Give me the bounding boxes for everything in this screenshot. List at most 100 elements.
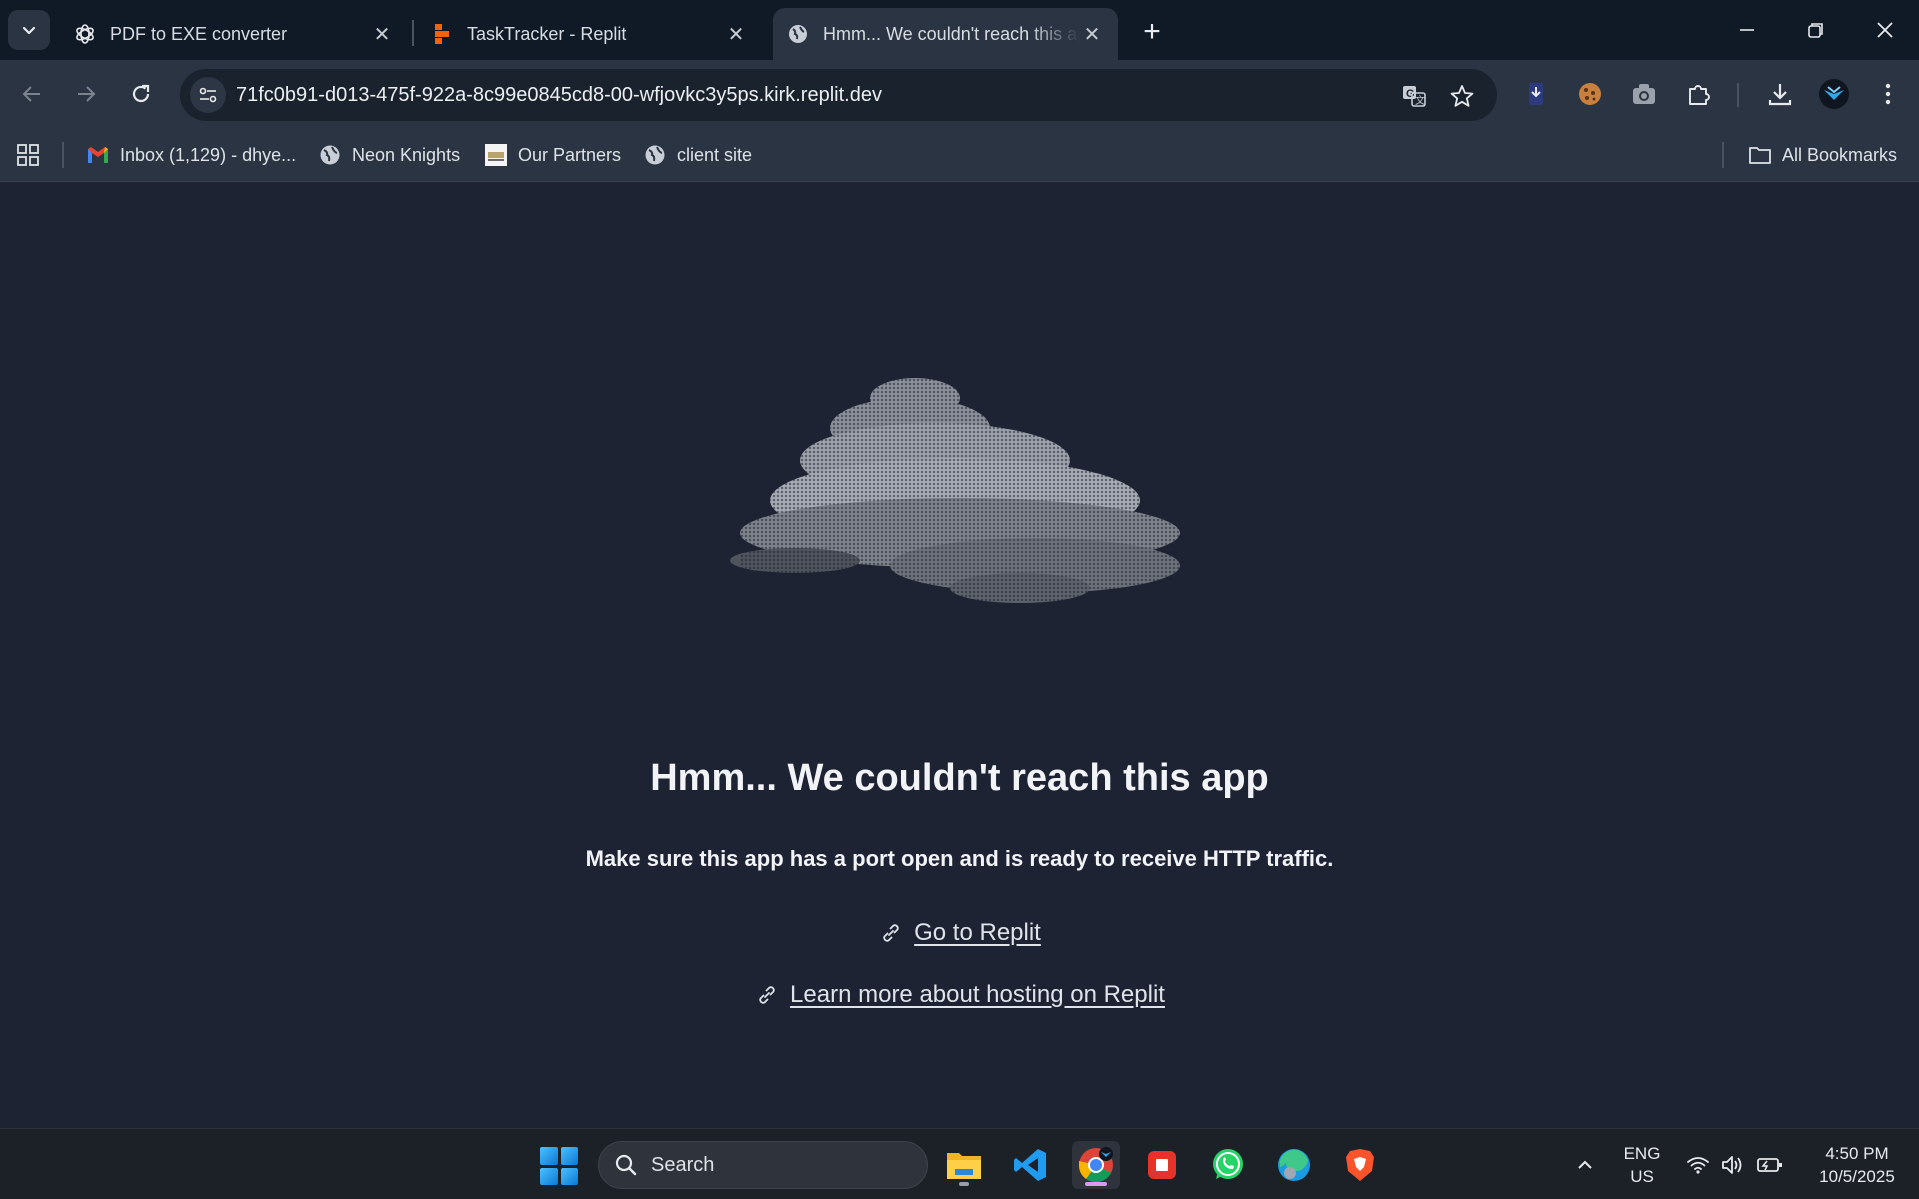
tab-search-button[interactable]: [8, 10, 50, 50]
back-button[interactable]: [12, 74, 52, 114]
reload-button[interactable]: [121, 74, 161, 114]
chevron-down-icon: [22, 26, 36, 35]
cookie-icon: [1579, 83, 1601, 105]
replit-icon: [431, 23, 453, 45]
url-text: 71fc0b91-d013-475f-922a-8c99e0845cd8-00-…: [236, 84, 882, 106]
download-icon: [1768, 84, 1792, 106]
battery-icon[interactable]: [1752, 1129, 1788, 1199]
screenshot-extension-button[interactable]: [1626, 76, 1662, 112]
globe-icon: [643, 143, 667, 167]
address-bar[interactable]: 71fc0b91-d013-475f-922a-8c99e0845cd8-00-…: [180, 69, 1497, 121]
tab-title: Hmm... We couldn't reach this app: [823, 23, 1080, 44]
extension-button[interactable]: [1518, 76, 1554, 112]
close-icon[interactable]: ✕: [370, 22, 394, 46]
new-tab-button[interactable]: +: [1134, 14, 1170, 50]
go-to-replit-row: Go to Replit: [0, 919, 1919, 947]
start-button[interactable]: [540, 1147, 578, 1185]
bookmark-gmail[interactable]: Inbox (1,129) - dhye...: [86, 140, 296, 170]
tab-title: TaskTracker - Replit: [467, 23, 627, 44]
restore-button[interactable]: [1782, 0, 1850, 60]
file-explorer-icon[interactable]: [940, 1141, 988, 1189]
bookmark-client-site[interactable]: client site: [643, 140, 752, 170]
bookmark-star-button[interactable]: [1448, 82, 1476, 110]
translate-button[interactable]: G文: [1400, 82, 1428, 110]
bookmark-label: Inbox (1,129) - dhye...: [120, 144, 297, 165]
volume-icon[interactable]: [1716, 1129, 1748, 1199]
language-line1: ENG: [1623, 1144, 1661, 1163]
minimize-button[interactable]: [1713, 0, 1781, 60]
minimize-icon: [1740, 29, 1754, 31]
camera-icon: [1633, 84, 1655, 104]
bookmark-our-partners[interactable]: Our Partners: [484, 140, 621, 170]
tab-strip: PDF to EXE converter ✕ TaskTracker - Rep…: [0, 0, 1919, 60]
brave-icon[interactable]: [1336, 1141, 1384, 1189]
all-bookmarks-button[interactable]: All Bookmarks: [1748, 140, 1897, 170]
edge-icon[interactable]: [1270, 1141, 1318, 1189]
tab-pdf-to-exe[interactable]: PDF to EXE converter ✕: [60, 8, 408, 60]
avatar-icon: [1819, 79, 1849, 109]
red-app-icon[interactable]: [1138, 1141, 1186, 1189]
browser-toolbar: 71fc0b91-d013-475f-922a-8c99e0845cd8-00-…: [0, 60, 1919, 128]
translate-icon: G文: [1403, 86, 1426, 107]
show-hidden-icons-button[interactable]: [1570, 1129, 1600, 1199]
clock-date: 10/5/2025: [1819, 1167, 1895, 1186]
system-clock[interactable]: 4:50 PM 10/5/2025: [1802, 1142, 1912, 1188]
link-icon: [878, 920, 904, 946]
running-indicator: [959, 1182, 969, 1186]
close-icon[interactable]: ✕: [724, 22, 748, 46]
tune-icon: [199, 87, 217, 103]
toolbar-separator: [1737, 83, 1739, 107]
forward-button[interactable]: [66, 74, 106, 114]
tab-title: PDF to EXE converter: [110, 23, 288, 44]
extensions-menu-button[interactable]: [1681, 76, 1717, 112]
search-icon: [613, 1152, 639, 1178]
close-window-button[interactable]: [1851, 0, 1919, 60]
bookmark-label: Our Partners: [518, 144, 622, 165]
learn-more-hosting-link[interactable]: Learn more about hosting on Replit: [790, 981, 1165, 1009]
star-icon: [1450, 85, 1474, 107]
downloads-button[interactable]: [1762, 76, 1798, 112]
tab-separator: [412, 20, 414, 46]
active-indicator: [1085, 1182, 1107, 1186]
windows-logo-icon: [540, 1147, 558, 1165]
gmail-icon: [86, 143, 110, 167]
link-icon: [754, 982, 780, 1008]
chevron-up-icon: [1578, 1160, 1592, 1169]
reload-icon: [132, 84, 150, 103]
taskbar-search[interactable]: Search: [598, 1141, 928, 1189]
all-bookmarks-label: All Bookmarks: [1782, 144, 1898, 165]
go-to-replit-link[interactable]: Go to Replit: [914, 919, 1041, 947]
language-indicator[interactable]: ENG US: [1616, 1142, 1668, 1188]
svg-text:文: 文: [1415, 94, 1425, 107]
apps-button[interactable]: [16, 140, 40, 170]
chrome-menu-button[interactable]: [1870, 76, 1906, 112]
bookmark-label: client site: [677, 144, 753, 165]
bookmark-neon-knights[interactable]: Neon Knights: [318, 140, 460, 170]
apps-grid-icon: [17, 144, 39, 166]
close-icon: [1877, 22, 1893, 38]
more-vertical-icon: [1885, 83, 1891, 105]
learn-more-row: Learn more about hosting on Replit: [0, 981, 1919, 1009]
restore-icon: [1808, 23, 1823, 38]
bookmark-separator: [1722, 142, 1724, 168]
globe-icon: [318, 143, 342, 167]
puzzle-icon: [1689, 85, 1710, 105]
whatsapp-icon[interactable]: [1204, 1141, 1252, 1189]
arrow-left-icon: [22, 86, 40, 102]
chrome-icon[interactable]: [1072, 1141, 1120, 1189]
bookmark-label: Neon Knights: [352, 144, 461, 165]
profile-avatar[interactable]: [1816, 76, 1852, 112]
vscode-icon[interactable]: [1006, 1141, 1054, 1189]
close-icon[interactable]: ✕: [1080, 22, 1104, 46]
ascii-cloud-illustration: [730, 378, 1200, 608]
bookmarks-bar: Inbox (1,129) - dhye... Neon Knights Our…: [0, 128, 1919, 182]
language-line2: US: [1630, 1167, 1654, 1186]
tab-active-error[interactable]: Hmm... We couldn't reach this app ✕: [773, 8, 1118, 60]
folder-icon: [1748, 143, 1772, 167]
globe-icon: [787, 23, 809, 45]
cookie-extension-button[interactable]: [1572, 76, 1608, 112]
site-favicon: [484, 143, 508, 167]
tab-tasktracker[interactable]: TaskTracker - Replit ✕: [417, 8, 762, 60]
site-info-button[interactable]: [190, 77, 226, 113]
wifi-icon[interactable]: [1682, 1129, 1714, 1199]
